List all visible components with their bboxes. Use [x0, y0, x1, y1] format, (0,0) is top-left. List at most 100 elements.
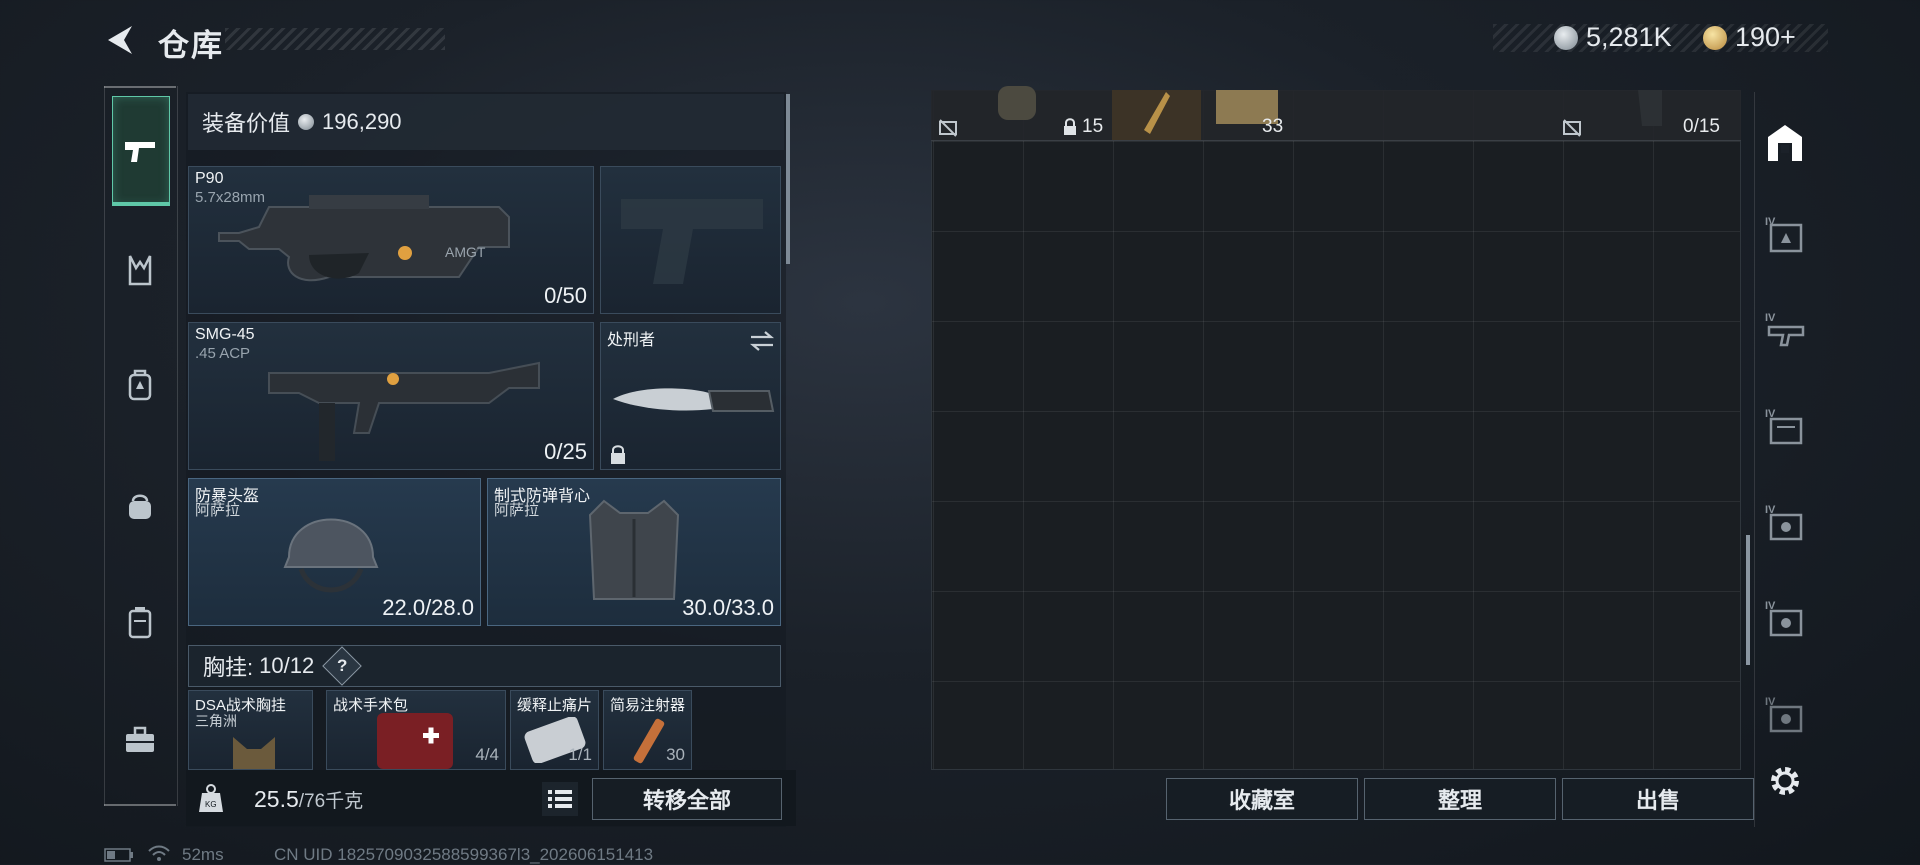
equipment-value: 196,290 [322, 109, 402, 134]
tier-iv-icon: IV [1765, 312, 1805, 347]
wifi-icon [148, 845, 170, 861]
silver-currency: 5,281K [1554, 22, 1672, 53]
bullet-image [1144, 92, 1170, 134]
smg45-weapon-image [268, 361, 540, 461]
slot-name: 简易注射器 [610, 697, 686, 714]
warehouse-tab-iv-3[interactable]: IV [1758, 400, 1812, 454]
warehouse-home-tab[interactable] [1758, 116, 1812, 170]
chest-rig-item-slot[interactable]: DSA战术胸挂 三角洲 [188, 690, 313, 770]
nav-bottom-divider [104, 804, 176, 806]
ping: 52ms [182, 845, 224, 864]
current-weight: 25.5 [254, 786, 299, 812]
left-scrollbar[interactable] [786, 94, 790, 264]
right-bar-divider [1754, 92, 1755, 827]
primary-weapon-slot[interactable]: P90 5.7x28mm AMGT 0/50 [188, 166, 594, 314]
item-count: 33 [1262, 116, 1284, 137]
chest-rig-count: 10/12 [259, 653, 315, 678]
silver-coin-icon [298, 114, 315, 130]
collection-room-button[interactable]: 收藏室 [1166, 778, 1358, 820]
svg-text:AMGT: AMGT [445, 244, 486, 260]
battery-icon [104, 848, 133, 862]
durability: 30.0/33.0 [682, 595, 774, 620]
warehouse-tab-iv-1[interactable]: IV [1758, 208, 1812, 262]
silver-coin-icon [1554, 25, 1578, 50]
armor-rig-icon [128, 369, 152, 401]
nav-item-bag[interactable] [112, 478, 168, 534]
item-count: 15 [1082, 116, 1104, 137]
no-slot-icon [939, 119, 957, 137]
transfer-all-button[interactable]: 转移全部 [592, 778, 782, 820]
svg-text:KG: KG [205, 800, 217, 809]
smg-weapon-slot[interactable]: SMG-45 .45 ACP 0/25 [188, 322, 594, 470]
silver-amount: 5,281K [1586, 22, 1672, 52]
list-icon[interactable] [542, 782, 578, 816]
nav-item-rig[interactable] [112, 242, 168, 298]
weight-icon: KG [199, 784, 223, 812]
case-icon [128, 607, 152, 639]
container-item-image [1638, 90, 1662, 126]
pistol-icon [125, 142, 155, 162]
armor-slot[interactable]: 制式防弹背心 阿萨拉 30.0/33.0 [487, 478, 781, 626]
helmet-slot[interactable]: 防暴头盔 阿萨拉 22.0/28.0 [188, 478, 481, 626]
max-weight: /76千克 [298, 791, 364, 812]
no-slot-icon [1563, 119, 1581, 137]
quantity: 30 [666, 745, 685, 764]
slot-origin: 三角洲 [195, 713, 237, 729]
nav-item-toolbox[interactable] [112, 712, 168, 768]
warehouse-tab-iv-4[interactable]: IV [1758, 496, 1812, 550]
melee-weapon-slot[interactable]: 处刑者 [600, 322, 781, 470]
p90-weapon-image: AMGT [218, 195, 510, 282]
gear-icon [1771, 767, 1799, 795]
surgery-kit-image [377, 713, 453, 769]
secondary-weapon-slot[interactable] [600, 166, 781, 314]
container-item-image [998, 86, 1036, 120]
gold-amount: 190+ [1735, 22, 1796, 52]
equipment-value-label: 装备价值 [202, 111, 291, 136]
tier-iv-icon: IV [1765, 600, 1803, 637]
slot-caliber: .45 ACP [195, 345, 251, 362]
page-title: 仓库 [158, 28, 224, 63]
warehouse-tab-iv-5[interactable]: IV [1758, 592, 1812, 646]
warehouse-tab-iv-6[interactable]: IV [1758, 688, 1812, 742]
knife-image [613, 388, 775, 412]
injector-slot[interactable]: 简易注射器 30 [603, 690, 692, 770]
slot-name: SMG-45 [195, 326, 255, 343]
sell-button[interactable]: 出售 [1562, 778, 1754, 820]
help-icon[interactable]: ? [322, 646, 362, 686]
nav-top-divider [104, 86, 176, 88]
nav-item-case[interactable] [112, 594, 168, 650]
tier-iv-icon: IV [1765, 216, 1803, 253]
surgery-kit-slot[interactable]: 战术手术包 4/4 [326, 690, 506, 770]
ammo-count: 0/50 [544, 283, 587, 308]
bag-icon [129, 494, 151, 519]
warehouse-tab-iv-2[interactable]: IV [1758, 304, 1812, 358]
svg-text:IV: IV [1765, 312, 1776, 324]
chest-rig-image [233, 737, 275, 769]
gold-coin-icon [1703, 25, 1727, 50]
slot-origin: 阿萨拉 [494, 502, 540, 519]
tier-iv-icon: IV [1765, 504, 1803, 541]
slot-name: 处刑者 [607, 332, 656, 349]
painkiller-slot[interactable]: 缓释止痛片 1/1 [510, 690, 599, 770]
lock-icon [1064, 118, 1076, 135]
carry-weight: 25.5/76千克 [254, 786, 363, 813]
sort-button[interactable]: 整理 [1364, 778, 1556, 820]
back-arrow-icon[interactable] [102, 22, 138, 58]
storage-scrollbar[interactable] [1746, 535, 1750, 665]
bullet-item-slot[interactable] [1112, 90, 1201, 140]
storage-grid[interactable] [931, 90, 1741, 770]
pistol-placeholder-icon [621, 199, 763, 284]
uses: 4/4 [475, 745, 499, 764]
swap-icon[interactable] [749, 331, 775, 351]
durability: 22.0/28.0 [382, 595, 474, 620]
chest-rig-bar: 胸挂: 10/12 ? [188, 645, 781, 687]
ammo-count: 0/25 [544, 439, 587, 464]
nav-active-indicator [112, 202, 170, 206]
nav-item-weapons[interactable] [112, 124, 168, 180]
nav-item-armor[interactable] [112, 358, 168, 414]
container-capacity: 0/15 [1683, 116, 1720, 137]
slot-origin: 阿萨拉 [195, 502, 241, 519]
settings-button[interactable] [1758, 754, 1812, 808]
vest-image [588, 499, 680, 600]
gold-currency[interactable]: 190+ [1703, 22, 1796, 53]
